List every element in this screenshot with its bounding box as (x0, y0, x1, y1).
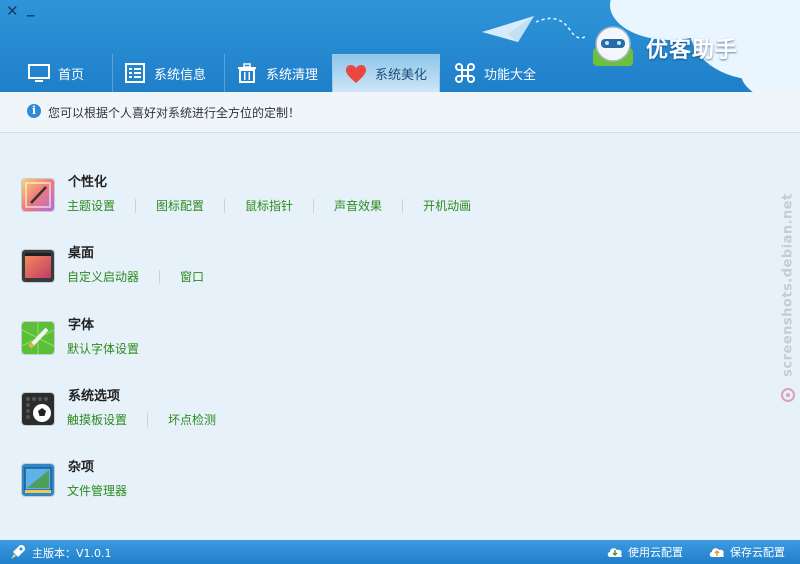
use-cloud-config-label: 使用云配置 (628, 546, 683, 559)
tab-system-info[interactable]: 系统信息 (124, 54, 224, 92)
font-icon (22, 322, 54, 354)
version-label: 主版本：V1.0.1 (32, 547, 112, 560)
personalize-icon (22, 179, 54, 211)
main-tabs: 首页 系统信息 系统清理 系统美化 功能大全 (0, 54, 560, 92)
cloud-download-icon (607, 548, 623, 557)
cloud-upload-icon (709, 548, 725, 557)
link-mouse-pointer[interactable]: 鼠标指针 (245, 197, 293, 214)
debian-swirl-icon (781, 388, 795, 402)
tab-system-beautify[interactable]: 系统美化 (332, 54, 440, 92)
link-theme-settings[interactable]: 主题设置 (67, 197, 115, 214)
tab-label: 系统信息 (154, 67, 207, 83)
tab-label: 系统美化 (375, 68, 428, 83)
link-row: 自定义启动器 窗口 (67, 268, 204, 285)
tab-divider (112, 54, 113, 92)
use-cloud-config-button[interactable]: 使用云配置 (606, 544, 683, 560)
title-bar: ✕ _ 优客助手 首页 系统信息 系统清理 系统美化 功能大全 (0, 0, 800, 92)
monitor-icon (28, 64, 50, 82)
section-title: 个性化 (68, 175, 108, 190)
close-button[interactable]: ✕ (6, 3, 19, 19)
section-title: 桌面 (68, 246, 95, 261)
brand: 优客助手 (590, 22, 790, 72)
section-misc: 杂项 文件管理器 (22, 456, 742, 516)
section-title: 字体 (68, 318, 95, 333)
section-desktop: 桌面 自定义启动器 窗口 (22, 242, 742, 302)
section-title: 系统选项 (68, 389, 121, 404)
link-divider (147, 412, 149, 427)
desktop-icon (22, 250, 54, 282)
tab-label: 首页 (58, 67, 85, 83)
tab-system-clean[interactable]: 系统清理 (236, 54, 332, 92)
system-options-icon (22, 393, 54, 425)
link-divider (224, 198, 226, 213)
link-touchpad-settings[interactable]: 触摸板设置 (67, 411, 127, 428)
tab-all-features[interactable]: 功能大全 (454, 54, 550, 92)
save-cloud-config-label: 保存云配置 (730, 546, 785, 559)
link-file-manager[interactable]: 文件管理器 (67, 482, 127, 499)
link-sound-effects[interactable]: 声音效果 (334, 197, 382, 214)
link-divider (402, 198, 404, 213)
section-font: 字体 默认字体设置 (22, 314, 742, 374)
link-row: 默认字体设置 (67, 340, 139, 357)
link-window[interactable]: 窗口 (180, 268, 204, 285)
section-title: 杂项 (68, 460, 95, 475)
watermark-text: screenshots.debian.net (780, 193, 796, 377)
link-row: 主题设置 图标配置 鼠标指针 声音效果 开机动画 (67, 197, 471, 214)
brand-name: 优客助手 (646, 38, 739, 63)
misc-icon (22, 464, 54, 496)
link-row: 触摸板设置 坏点检测 (67, 411, 216, 428)
link-default-font[interactable]: 默认字体设置 (67, 340, 139, 357)
tab-divider (224, 54, 225, 92)
info-bar: i 您可以根据个人喜好对系统进行全方位的定制！ (0, 92, 800, 133)
tab-label: 系统清理 (266, 67, 319, 83)
section-personalize: 个性化 主题设置 图标配置 鼠标指针 声音效果 开机动画 (22, 171, 742, 231)
robot-logo-icon (593, 26, 633, 66)
info-text: 您可以根据个人喜好对系统进行全方位的定制！ (48, 106, 301, 120)
rocket-icon (11, 545, 25, 559)
trash-icon (238, 63, 256, 83)
link-divider (135, 198, 137, 213)
tab-label: 功能大全 (484, 67, 537, 83)
section-system-options: 系统选项 触摸板设置 坏点检测 (22, 385, 742, 445)
link-boot-animation[interactable]: 开机动画 (423, 197, 471, 214)
link-dead-pixel-check[interactable]: 坏点检测 (168, 411, 216, 428)
link-custom-launcher[interactable]: 自定义启动器 (67, 268, 139, 285)
heart-icon (346, 64, 366, 83)
link-row: 文件管理器 (67, 482, 127, 499)
list-icon (125, 63, 145, 83)
save-cloud-config-button[interactable]: 保存云配置 (708, 544, 785, 560)
status-bar: 主版本：V1.0.1 使用云配置 保存云配置 (0, 540, 800, 564)
minimize-button[interactable]: _ (27, 0, 35, 16)
command-icon (455, 63, 475, 83)
watermark: screenshots.debian.net (777, 165, 799, 410)
tab-home[interactable]: 首页 (28, 54, 112, 92)
info-icon: i (27, 104, 41, 118)
link-icon-config[interactable]: 图标配置 (156, 197, 204, 214)
link-divider (313, 198, 315, 213)
paper-plane-icon (482, 16, 587, 42)
link-divider (159, 269, 161, 284)
